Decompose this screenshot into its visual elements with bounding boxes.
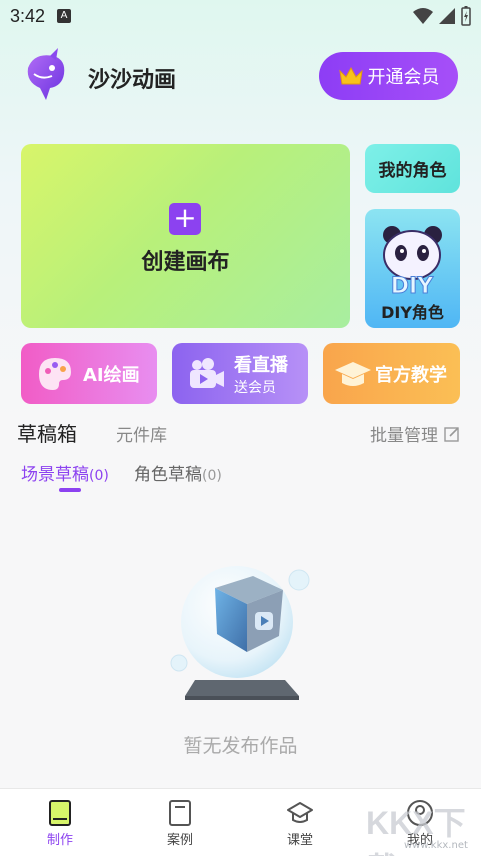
subtab-role-label: 角色草稿 bbox=[134, 465, 202, 485]
battery-icon bbox=[461, 6, 471, 26]
subtab-role-drafts[interactable]: 角色草稿(0) bbox=[134, 460, 222, 485]
tutorial-button[interactable]: 官方教学 bbox=[323, 343, 460, 404]
ai-draw-label: AI绘画 bbox=[83, 364, 140, 386]
sub-tabs: 场景草稿(0) 角色草稿(0) bbox=[21, 460, 321, 494]
empty-state-illustration bbox=[170, 566, 310, 700]
main-tabs: 草稿箱 元件库 批量管理 bbox=[17, 418, 467, 448]
live-title: 看直播 bbox=[234, 354, 288, 376]
nav-item-cases[interactable]: 案例 bbox=[140, 799, 220, 848]
subtab-scene-count: (0) bbox=[89, 468, 109, 484]
status-bar: 3:42 A bbox=[0, 0, 481, 32]
empty-state-text: 暂无发布作品 bbox=[183, 735, 298, 757]
wifi-icon bbox=[413, 8, 433, 24]
nav-item-make[interactable]: 制作 bbox=[20, 799, 100, 848]
edit-icon bbox=[444, 426, 459, 442]
nav-make-label: 制作 bbox=[46, 833, 73, 848]
palette-icon bbox=[39, 357, 71, 390]
create-canvas-label: 创建画布 bbox=[141, 250, 230, 275]
book-icon bbox=[169, 800, 191, 826]
panda-diy-icon: DIY bbox=[383, 226, 442, 300]
nav-cases-label: 案例 bbox=[166, 833, 193, 848]
make-icon bbox=[49, 800, 71, 826]
svg-text:DIY: DIY bbox=[391, 274, 434, 299]
batch-manage-label: 批量管理 bbox=[370, 426, 438, 446]
subtab-scene-drafts[interactable]: 场景草稿(0) bbox=[21, 460, 109, 485]
video-camera-icon bbox=[190, 357, 224, 388]
diy-roles-card[interactable]: DIY DIY角色 bbox=[365, 209, 460, 328]
app-logo-icon bbox=[27, 48, 65, 100]
active-tab-indicator bbox=[59, 488, 81, 492]
classroom-icon bbox=[287, 802, 313, 823]
notification-icon: A bbox=[57, 9, 72, 23]
my-roles-card[interactable]: 我的角色 bbox=[365, 144, 460, 193]
create-canvas-card[interactable]: + 创建画布 bbox=[21, 144, 350, 328]
watermark-logo: KKX下载 www.kkx.net bbox=[360, 796, 480, 856]
app-title: 沙沙动画 bbox=[88, 68, 177, 93]
nav-classroom-label: 课堂 bbox=[286, 833, 313, 848]
vip-button-label: 开通会员 bbox=[367, 67, 440, 88]
crown-icon bbox=[338, 66, 363, 85]
live-subtitle: 送会员 bbox=[234, 379, 276, 396]
my-roles-label: 我的角色 bbox=[378, 161, 447, 181]
vip-button[interactable]: 开通会员 bbox=[319, 52, 458, 100]
tutorial-label: 官方教学 bbox=[375, 364, 447, 386]
graduation-cap-icon bbox=[335, 361, 371, 386]
subtab-role-count: (0) bbox=[202, 468, 222, 484]
header: 沙沙动画 开通会员 bbox=[0, 44, 481, 108]
nav-item-classroom[interactable]: 课堂 bbox=[260, 799, 340, 848]
diy-roles-label: DIY角色 bbox=[381, 303, 444, 322]
live-button[interactable]: 看直播 送会员 bbox=[172, 343, 308, 404]
live-text: 看直播 送会员 bbox=[234, 351, 288, 397]
signal-icon bbox=[439, 8, 455, 24]
status-time: 3:42 bbox=[10, 5, 46, 26]
status-icons bbox=[413, 6, 471, 26]
tab-drafts[interactable]: 草稿箱 bbox=[17, 418, 77, 447]
plus-icon: + bbox=[169, 203, 201, 235]
tab-components[interactable]: 元件库 bbox=[116, 421, 167, 446]
ai-draw-button[interactable]: AI绘画 bbox=[21, 343, 157, 404]
subtab-scene-label: 场景草稿 bbox=[21, 465, 89, 485]
watermark-url: www.kkx.net bbox=[404, 840, 468, 851]
batch-manage-button[interactable]: 批量管理 bbox=[370, 421, 460, 446]
